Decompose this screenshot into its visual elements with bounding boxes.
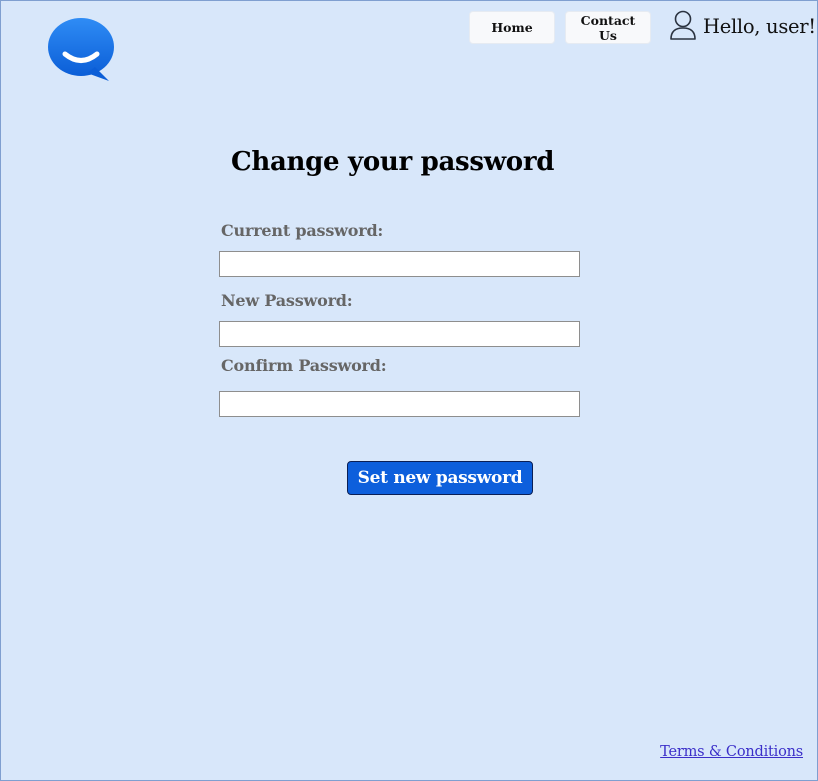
page-frame: Home Contact Us Hello, user! Change your…	[0, 0, 818, 781]
new-password-input[interactable]	[219, 321, 580, 347]
terms-and-conditions-link[interactable]: Terms & Conditions	[660, 744, 803, 760]
user-icon[interactable]	[669, 10, 697, 40]
new-password-label: New Password:	[221, 291, 353, 310]
confirm-password-label: Confirm Password:	[221, 356, 387, 375]
user-greeting: Hello, user!	[703, 15, 816, 38]
set-new-password-button[interactable]: Set new password	[347, 461, 533, 495]
home-nav-button[interactable]: Home	[469, 11, 555, 44]
confirm-password-input[interactable]	[219, 391, 580, 417]
chat-bubble-logo-icon[interactable]	[47, 17, 119, 83]
current-password-label: Current password:	[221, 221, 384, 240]
contact-us-nav-button[interactable]: Contact Us	[565, 11, 651, 44]
page-title: Change your password	[231, 147, 555, 177]
current-password-input[interactable]	[219, 251, 580, 277]
